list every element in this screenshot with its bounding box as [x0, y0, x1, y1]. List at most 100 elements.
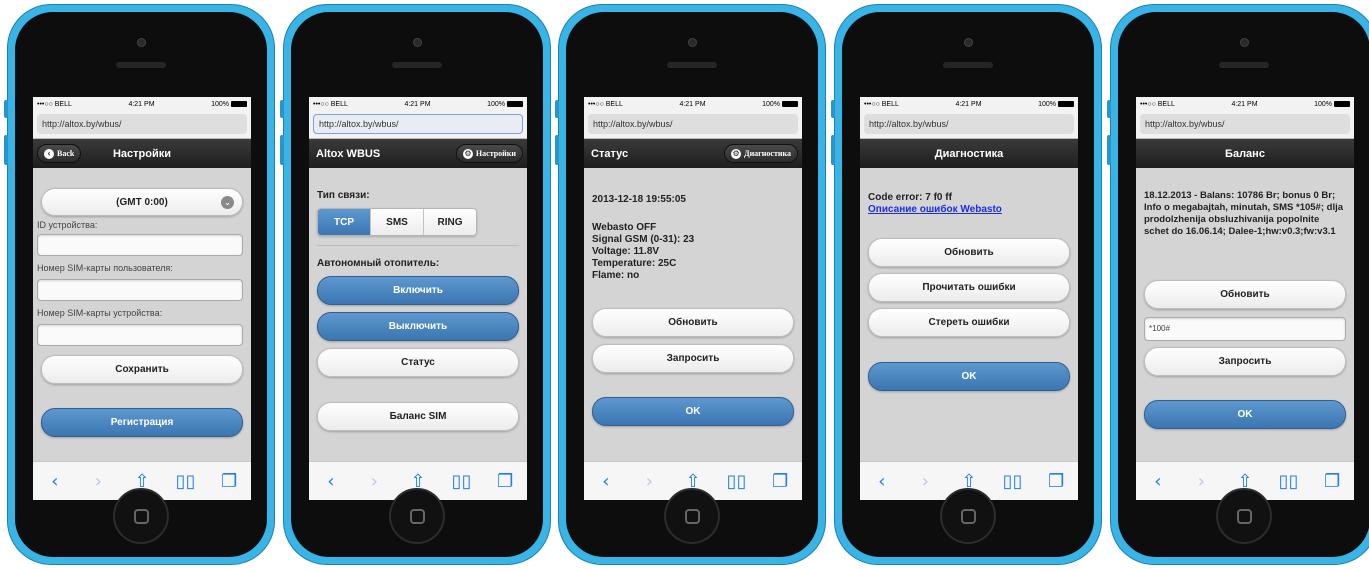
tabs-icon[interactable]: ❐: [493, 471, 517, 492]
conn-type-label: Тип связи:: [317, 190, 370, 201]
forward-icon[interactable]: ›: [1189, 471, 1213, 492]
tabs-icon[interactable]: ❐: [768, 471, 792, 492]
turn-on-button[interactable]: Включить: [317, 276, 519, 305]
timezone-select[interactable]: (GMT 0:00) ⌄: [41, 188, 243, 216]
battery: 100%: [211, 101, 247, 108]
turn-off-button[interactable]: Выключить: [317, 312, 519, 341]
ok-button[interactable]: OK: [1144, 400, 1346, 429]
bookmarks-icon[interactable]: ▯▯: [1277, 471, 1301, 492]
content: Code error: 7 f0 ff Описание ошибок Weba…: [860, 168, 1078, 461]
user-sim-label: Номер SIM-карты пользователя:: [37, 263, 173, 273]
speaker: [116, 62, 166, 68]
tab-tcp[interactable]: TCP: [318, 209, 371, 235]
mute-switch: [1107, 100, 1111, 118]
status-bar: •••○○ BELL 4:21 PM 100%: [309, 97, 527, 111]
user-sim-input[interactable]: [37, 279, 243, 301]
phone-balance: •••○○ BELL 4:21 PM 100% http://altox.by/…: [1107, 4, 1369, 565]
back-icon[interactable]: ‹: [43, 471, 67, 492]
bookmarks-icon[interactable]: ▯▯: [174, 471, 198, 492]
status-bar: •••○○ BELL 4:21 PM 100%: [33, 97, 251, 111]
mute-switch: [555, 100, 559, 118]
mute-switch: [831, 100, 835, 118]
forward-icon[interactable]: ›: [86, 471, 110, 492]
bookmarks-icon[interactable]: ▯▯: [725, 471, 749, 492]
gear-icon: ⚙: [462, 148, 473, 159]
page-title: Altox WBUS: [316, 147, 381, 160]
tab-ring[interactable]: RING: [424, 209, 476, 235]
diagnostics-button[interactable]: ⚙ Диагностика: [724, 144, 798, 163]
url-field[interactable]: http://altox.by/wbus/: [37, 114, 247, 134]
page-title: Баланс: [1225, 147, 1265, 160]
clock: 4:21 PM: [128, 100, 155, 108]
refresh-button[interactable]: Обновить: [868, 238, 1070, 267]
back-button[interactable]: ‹ Back: [37, 144, 82, 163]
tabs-icon[interactable]: ❐: [217, 471, 241, 492]
home-button[interactable]: [1216, 488, 1272, 544]
speaker: [1219, 62, 1269, 68]
bookmarks-icon[interactable]: ▯▯: [1001, 471, 1025, 492]
tabs-icon[interactable]: ❐: [1044, 471, 1068, 492]
bookmarks-icon[interactable]: ▯▯: [450, 471, 474, 492]
content: 18.12.2013 - Balans: 10786 Br; bonus 0 B…: [1136, 168, 1354, 461]
carrier: •••○○ BELL: [864, 100, 899, 108]
content: Тип связи: TCP SMS RING Автономный отопи…: [309, 168, 527, 461]
register-button[interactable]: Регистрация: [41, 408, 243, 437]
request-button[interactable]: Запросить: [592, 344, 794, 373]
home-button[interactable]: [664, 488, 720, 544]
balance-sim-button[interactable]: Баланс SIM: [317, 402, 519, 431]
battery-icon: [1058, 101, 1074, 107]
ok-button[interactable]: OK: [868, 362, 1070, 391]
tabs-icon[interactable]: ❐: [1320, 471, 1344, 492]
speaker: [667, 62, 717, 68]
webasto-errors-link[interactable]: Описание ошибок Webasto: [868, 204, 1070, 216]
camera: [964, 38, 973, 47]
forward-icon[interactable]: ›: [913, 471, 937, 492]
forward-icon[interactable]: ›: [637, 471, 661, 492]
device-id-label: ID устройства:: [37, 220, 98, 230]
url-field[interactable]: http://altox.by/wbus/: [1140, 114, 1350, 134]
divider: [317, 245, 519, 246]
home-button[interactable]: [389, 488, 445, 544]
device-sim-input[interactable]: [37, 324, 243, 346]
back-icon[interactable]: ‹: [319, 471, 343, 492]
content: (GMT 0:00) ⌄ ID устройства: Номер SIM-кар…: [33, 168, 251, 461]
ussd-input[interactable]: *100#: [1144, 317, 1346, 341]
balance-message: 18.12.2013 - Balans: 10786 Br; bonus 0 B…: [1144, 190, 1344, 237]
clock: 4:21 PM: [404, 100, 431, 108]
save-button[interactable]: Сохранить: [41, 355, 243, 384]
clock: 4:21 PM: [679, 100, 706, 108]
clear-errors-button[interactable]: Стереть ошибки: [868, 308, 1070, 337]
volume-up-button: [280, 135, 284, 165]
url-bar: http://altox.by/wbus/: [1136, 111, 1354, 139]
phone-status: •••○○ BELL 4:21 PM 100% http://altox.by/…: [555, 4, 826, 565]
speaker: [943, 62, 993, 68]
screen-balance: •••○○ BELL 4:21 PM 100% http://altox.by/…: [1136, 97, 1354, 500]
back-icon[interactable]: ‹: [870, 471, 894, 492]
settings-button[interactable]: ⚙ Настройки: [455, 144, 523, 163]
app-screenshots: •••○○ BELL 4:21 PM 100% http://altox.by/…: [0, 0, 1369, 569]
back-icon[interactable]: ‹: [594, 471, 618, 492]
ok-button[interactable]: OK: [592, 397, 794, 426]
url-field[interactable]: http://altox.by/wbus/: [313, 114, 523, 134]
url-field[interactable]: http://altox.by/wbus/: [864, 114, 1074, 134]
device-id-input[interactable]: [37, 234, 243, 256]
status-button[interactable]: Статус: [317, 348, 519, 377]
tab-sms[interactable]: SMS: [371, 209, 424, 235]
read-errors-button[interactable]: Прочитать ошибки: [868, 273, 1070, 302]
refresh-button[interactable]: Обновить: [1144, 280, 1346, 309]
request-button[interactable]: Запросить: [1144, 347, 1346, 376]
screen-status: •••○○ BELL 4:21 PM 100% http://altox.by/…: [584, 97, 802, 500]
home-button[interactable]: [940, 488, 996, 544]
screen-main: •••○○ BELL 4:21 PM 100% http://altox.by/…: [309, 97, 527, 500]
page-title: Диагностика: [934, 147, 1004, 160]
forward-icon[interactable]: ›: [362, 471, 386, 492]
mute-switch: [280, 100, 284, 118]
refresh-button[interactable]: Обновить: [592, 308, 794, 337]
volume-up-button: [1107, 135, 1111, 165]
screen-settings: •••○○ BELL 4:21 PM 100% http://altox.by/…: [33, 97, 251, 500]
error-code: Code error: 7 f0 ff: [868, 192, 952, 203]
back-icon[interactable]: ‹: [1146, 471, 1170, 492]
home-button[interactable]: [113, 488, 169, 544]
url-field[interactable]: http://altox.by/wbus/: [588, 114, 798, 134]
camera: [413, 38, 422, 47]
